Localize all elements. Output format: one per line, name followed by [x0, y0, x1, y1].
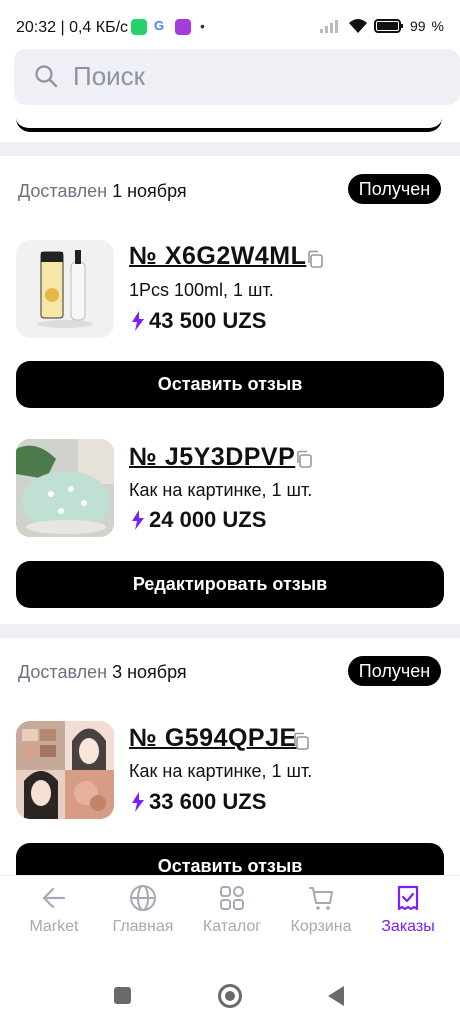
order-number[interactable]: № G594QPJE	[129, 724, 297, 753]
copy-icon[interactable]	[306, 250, 324, 268]
back-button[interactable]	[326, 985, 346, 1007]
nav-orders[interactable]: Заказы	[362, 884, 454, 954]
status-bar: 20:32 | 0,4 КБ/с G • 99%	[0, 0, 460, 50]
copy-icon[interactable]	[295, 450, 313, 468]
wifi-icon	[348, 19, 367, 33]
product-image[interactable]	[16, 240, 114, 338]
battery-level: 99	[409, 18, 426, 34]
delivered-status: Доставлен 1 ноября	[18, 181, 187, 202]
nav-market[interactable]: Market	[8, 884, 100, 954]
order-price: 24 000 UZS	[131, 507, 266, 533]
product-image[interactable]	[16, 721, 114, 819]
nav-label: Корзина	[290, 918, 352, 935]
nav-label: Главная	[112, 918, 174, 935]
nav-cart[interactable]: Корзина	[275, 884, 367, 954]
nav-label: Заказы	[381, 918, 435, 935]
order-description: Как на картинке, 1 шт.	[129, 480, 313, 500]
nav-label: Каталог	[202, 918, 262, 935]
status-indicators: 99%	[319, 17, 444, 35]
nav-home[interactable]: Главная	[97, 884, 189, 954]
notification-dot-icon: •	[200, 18, 205, 34]
arrow-left-icon	[42, 887, 66, 909]
order-number[interactable]: № X6G2W4ML	[129, 242, 306, 271]
delivered-date: 1 ноября	[112, 181, 187, 201]
serum-bottle-image	[37, 250, 93, 328]
delivered-status: Доставлен 3 ноября	[18, 662, 187, 683]
leave-review-button[interactable]: Оставить отзыв	[16, 361, 444, 408]
nav-label: Market	[29, 918, 79, 935]
home-button-dot	[225, 991, 235, 1001]
copy-icon[interactable]	[292, 732, 310, 750]
price-value: 24 000 UZS	[149, 507, 267, 532]
status-badge: Получен	[348, 174, 441, 204]
orders-receipt-icon	[397, 885, 419, 911]
nav-catalog[interactable]: Каталог	[186, 884, 278, 954]
whatsapp-icon	[131, 19, 147, 35]
order-price: 43 500 UZS	[131, 308, 266, 334]
app-icon	[175, 19, 191, 35]
delivered-label: Доставлен	[18, 181, 108, 201]
section-divider	[0, 142, 460, 156]
status-badge: Получен	[348, 656, 441, 686]
signal-icon	[319, 20, 338, 33]
lightning-icon	[132, 311, 144, 331]
delivered-date: 3 ноября	[112, 662, 187, 682]
battery-percent: %	[431, 18, 444, 34]
product-image[interactable]	[16, 439, 114, 537]
recents-button[interactable]	[114, 987, 131, 1004]
lightning-icon	[132, 510, 144, 530]
shower-cap-image	[16, 439, 114, 537]
battery-icon	[373, 19, 403, 33]
order-number[interactable]: № J5Y3DPVP	[129, 443, 295, 472]
globe-icon	[130, 885, 156, 911]
price-value: 43 500 UZS	[149, 308, 267, 333]
price-value: 33 600 UZS	[149, 789, 267, 814]
order-price: 33 600 UZS	[131, 789, 266, 815]
previous-button-edge	[16, 112, 442, 132]
catalog-grid-icon	[220, 886, 244, 910]
edit-review-button[interactable]: Редактировать отзыв	[16, 561, 444, 608]
cart-icon	[309, 887, 333, 910]
home-button[interactable]	[218, 984, 242, 1008]
search-input[interactable]: Поиск	[73, 61, 145, 92]
section-divider	[0, 624, 460, 638]
status-time: 20:32 | 0,4 КБ/с	[16, 19, 129, 36]
order-description: Как на картинке, 1 шт.	[129, 761, 313, 781]
google-icon: G	[154, 18, 165, 33]
order-description: 1Pcs 100ml, 1 шт.	[129, 280, 274, 300]
search-icon	[35, 65, 58, 88]
lightning-icon	[132, 792, 144, 812]
cosmetics-collage-image	[16, 721, 114, 819]
delivered-label: Доставлен	[18, 662, 108, 682]
